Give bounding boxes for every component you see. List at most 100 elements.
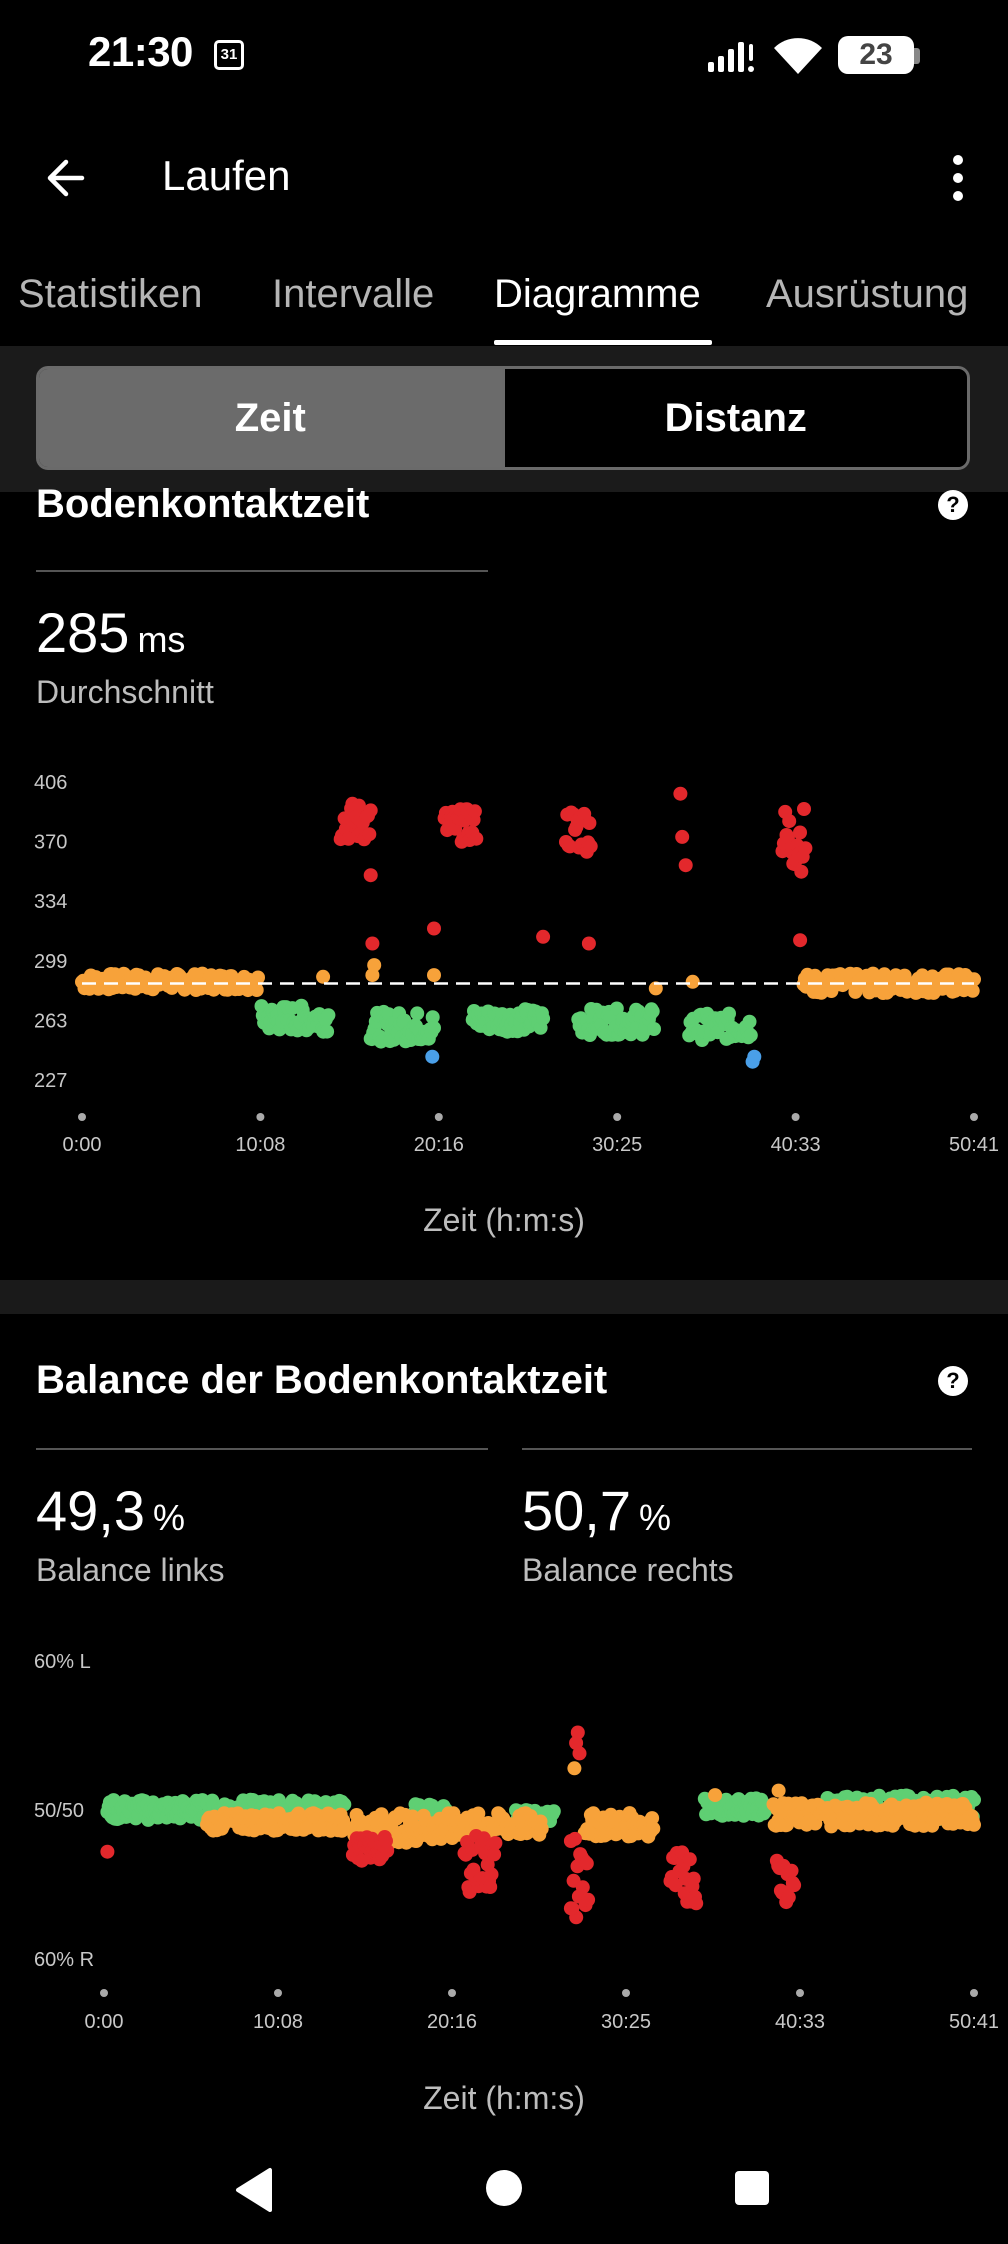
x-tick-dot (622, 1989, 630, 1997)
y-tick-label: 334 (34, 891, 67, 913)
data-point-red (100, 1844, 115, 1859)
gct-chart: 406 370 334 299 263 227 0:00 10:08 20:16 30:25 40:… (34, 772, 999, 1156)
y-tick-label: 370 (34, 832, 67, 854)
tab-intervalle[interactable]: Intervalle (272, 272, 434, 317)
data-point-red (362, 827, 377, 842)
balance-right-number: 50,7 (522, 1479, 631, 1542)
x-tick-label: 20:16 (427, 2011, 477, 2033)
nav-recents-icon[interactable] (734, 2170, 770, 2206)
data-point-red (427, 921, 441, 936)
data-point-green (742, 1014, 757, 1029)
balance-divider-left (36, 1448, 488, 1450)
time-distance-toggle: Zeit Distanz (36, 366, 970, 470)
more-options-icon[interactable] (940, 150, 976, 206)
nav-home-icon[interactable] (484, 2168, 524, 2208)
gct-help-icon[interactable]: ? (938, 490, 968, 520)
battery-icon: 23 (838, 36, 914, 74)
x-tick-dot (448, 1989, 456, 1997)
x-tick-label: 0:00 (63, 1134, 102, 1156)
gct-divider (36, 570, 488, 572)
gct-average-label: Durchschnitt (36, 674, 214, 710)
data-point-red (563, 1901, 578, 1916)
x-tick-label: 50:41 (949, 1134, 999, 1156)
toggle-distanz[interactable]: Distanz (501, 369, 967, 467)
data-point-blue (747, 1049, 762, 1064)
x-tick-label: 40:33 (771, 1134, 821, 1156)
back-arrow-icon[interactable] (36, 150, 92, 206)
data-point-green (722, 1006, 736, 1021)
data-point-red (572, 1746, 587, 1761)
data-point-orange (365, 968, 380, 983)
tab-statistiken[interactable]: Statistiken (18, 272, 203, 317)
toggle-zeit[interactable]: Zeit (39, 369, 502, 467)
x-tick-label: 0:00 (85, 2011, 124, 2033)
battery-level: 23 (859, 38, 893, 71)
balance-help-icon[interactable]: ? (938, 1366, 968, 1396)
data-point-red (483, 1880, 498, 1894)
x-tick-dot (274, 1989, 282, 1997)
calendar-icon: 31 (214, 40, 244, 70)
y-tick-label: 406 (34, 772, 67, 794)
y-tick-label: 50/50 (34, 1800, 84, 1822)
gct-x-axis-title: Zeit (h:m:s) (423, 1202, 585, 1238)
data-point-red (575, 1880, 590, 1895)
x-tick-dot (970, 1989, 978, 1997)
data-point-orange (427, 968, 441, 983)
data-point-red (365, 936, 380, 951)
data-point-green (321, 1008, 336, 1023)
data-point-red (787, 1878, 802, 1893)
data-point-red (784, 1863, 799, 1878)
active-tab-indicator (494, 340, 712, 345)
data-point-red (689, 1896, 704, 1911)
nav-back-icon[interactable] (232, 2166, 276, 2214)
tab-ausruestung[interactable]: Ausrüstung (766, 272, 968, 317)
data-point-orange (249, 983, 264, 997)
data-point-red (363, 803, 378, 818)
x-tick-label: 10:08 (235, 1134, 285, 1156)
balance-right-label: Balance rechts (522, 1552, 734, 1588)
balance-left-unit: % (153, 1497, 186, 1538)
balance-left-label: Balance links (36, 1552, 225, 1588)
data-point-red (582, 816, 597, 830)
data-point-red (570, 1725, 585, 1740)
balance-left-number: 49,3 (36, 1479, 145, 1542)
status-time: 21:30 (88, 28, 193, 75)
data-point-red (797, 802, 811, 816)
data-point-orange (708, 1788, 723, 1803)
x-tick-dot (791, 1113, 800, 1121)
data-point-orange (967, 1817, 981, 1832)
gct-average-value: 285 ms (36, 600, 185, 665)
data-point-orange (316, 969, 331, 984)
data-point-red (567, 1831, 582, 1846)
data-point-red (581, 1892, 596, 1907)
x-tick-label: 30:25 (592, 1134, 642, 1156)
x-tick-dot (970, 1113, 978, 1121)
y-tick-label: 299 (34, 951, 67, 973)
data-point-red (675, 829, 690, 844)
data-point-green (743, 1028, 758, 1043)
data-point-red (579, 1856, 594, 1871)
balance-left-value: 49,3% (36, 1478, 185, 1543)
battery-tip (914, 48, 920, 64)
data-point-green (427, 1020, 441, 1035)
gct-unit: ms (137, 619, 186, 660)
data-point-orange (685, 974, 700, 989)
data-point-red (583, 839, 598, 854)
data-point-green (536, 1011, 551, 1026)
balance-chart: 60% L 50/50 60% R 0:00 10:08 20:16 30:25 40:33 5… (34, 1651, 999, 2033)
data-point-red (484, 1867, 499, 1882)
data-point-red (686, 1871, 701, 1886)
x-tick-dot (796, 1989, 804, 1997)
data-point-red (793, 825, 807, 840)
tab-diagramme[interactable]: Diagramme (494, 272, 701, 317)
data-point-red (467, 804, 482, 819)
data-point-red (536, 929, 551, 944)
data-point-red (581, 936, 596, 951)
x-tick-dot (613, 1113, 622, 1121)
x-tick-label: 30:25 (601, 2011, 651, 2033)
x-tick-dot (256, 1113, 265, 1121)
balance-x-axis-title: Zeit (h:m:s) (423, 2080, 585, 2116)
x-tick-label: 20:16 (414, 1134, 464, 1156)
data-point-red (488, 1836, 503, 1850)
balance-right-unit: % (639, 1497, 672, 1538)
